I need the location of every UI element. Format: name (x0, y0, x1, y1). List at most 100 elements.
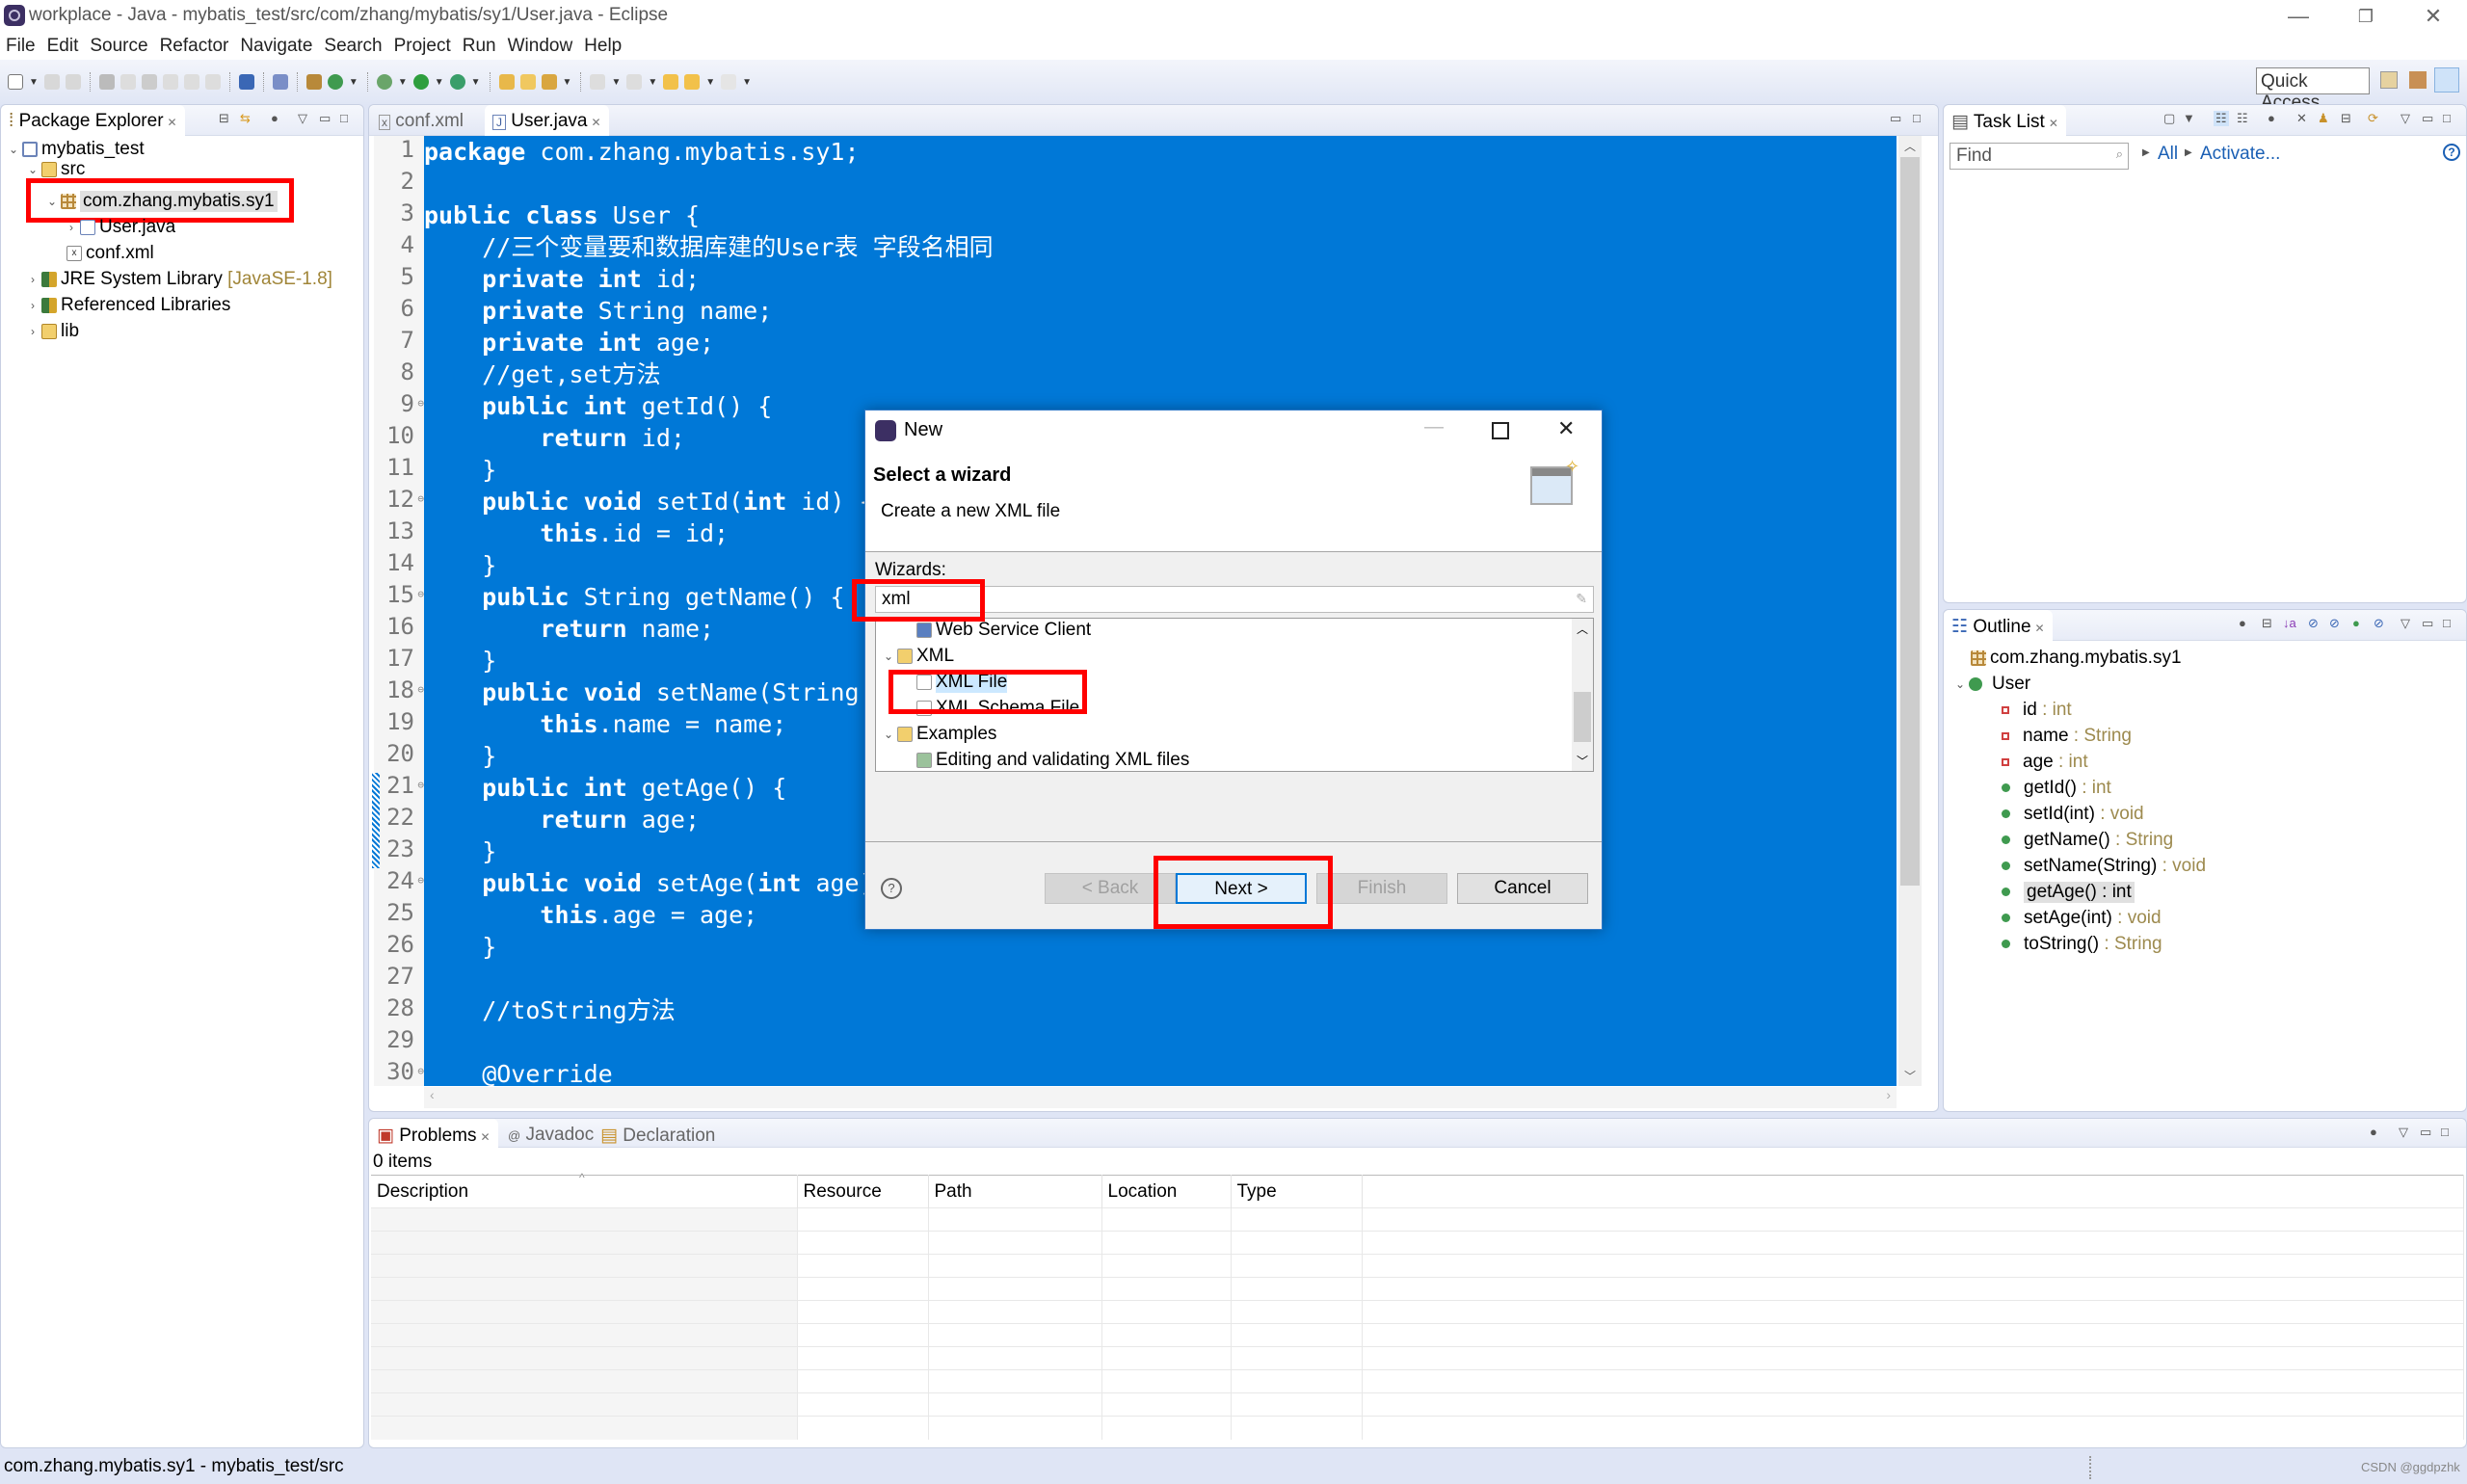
word-wrap-icon[interactable] (183, 74, 199, 90)
previous-annotation-icon[interactable] (626, 74, 643, 90)
jee-perspective-icon[interactable] (2409, 71, 2427, 89)
search-dropdown-icon[interactable]: ▼ (563, 77, 572, 88)
save-all-icon[interactable] (65, 74, 81, 90)
menu-navigate[interactable]: Navigate (240, 36, 312, 57)
menu-run[interactable]: Run (463, 36, 496, 57)
next-annotation-dropdown-icon[interactable]: ▼ (611, 77, 621, 88)
open-folder-icon[interactable] (519, 74, 536, 90)
code-line[interactable]: this.age = age; (424, 899, 757, 931)
dialog-close-button[interactable]: ✕ (1557, 416, 1575, 441)
outline-item[interactable]: age : int (2002, 749, 2088, 775)
block-selection-icon[interactable] (162, 74, 178, 90)
toggle-icon[interactable] (141, 74, 157, 90)
scrollbar-thumb[interactable] (1574, 692, 1591, 742)
code-line[interactable]: return age; (424, 804, 700, 835)
close-tab-icon[interactable]: ✕ (591, 116, 600, 129)
tree-item-conf-xml[interactable]: x conf.xml (65, 240, 154, 266)
back-dropdown-icon[interactable]: ▼ (705, 77, 715, 88)
code-line[interactable]: } (424, 740, 496, 772)
dialog-minimize-button[interactable]: — (1424, 416, 1444, 438)
scrollbar-thumb[interactable] (1900, 157, 1920, 886)
outline-item[interactable]: com.zhang.mybatis.sy1 (1969, 645, 2182, 671)
scheduled-icon[interactable]: ☷ (2237, 111, 2248, 126)
scroll-right-icon[interactable]: › (1886, 1087, 1891, 1102)
open-perspective-icon[interactable] (2380, 71, 2398, 89)
pen-icon[interactable] (119, 74, 136, 90)
next-button[interactable]: Next > (1176, 873, 1307, 904)
tab-conf-xml[interactable]: x conf.xml (371, 105, 471, 136)
close-tab-icon[interactable]: ✕ (480, 1130, 490, 1144)
view-menu-icon[interactable]: ▽ (2399, 1125, 2408, 1140)
wizard-filter-input[interactable]: xml ✎ (875, 586, 1594, 613)
all-link[interactable]: All (2158, 144, 2178, 165)
new-class-icon[interactable] (327, 74, 343, 90)
search-pen-icon[interactable] (541, 74, 557, 90)
column-location[interactable]: Location (1101, 1175, 1232, 1208)
focus-icon[interactable]: ● (271, 111, 279, 125)
dialog-maximize-button[interactable] (1492, 422, 1509, 439)
focus-icon[interactable]: ● (2370, 1125, 2377, 1139)
scroll-up-icon[interactable]: ︿ (1904, 138, 1916, 154)
chevron-down-icon[interactable]: ⌄ (882, 649, 895, 663)
tree-item-jre-library[interactable]: › JRE System Library [JavaSE-1.8] (26, 266, 332, 292)
outline-item[interactable]: getId() : int (2002, 775, 2111, 801)
menu-project[interactable]: Project (394, 36, 451, 57)
skip-breakpoints-icon[interactable] (272, 74, 288, 90)
tree-item-user-java[interactable]: › User.java (65, 219, 175, 236)
code-line[interactable]: public int getAge() { (424, 772, 786, 804)
outline-item[interactable]: setName(String) : void (2002, 853, 2206, 879)
code-line[interactable]: package com.zhang.mybatis.sy1; (424, 136, 860, 168)
editor-horizontal-scrollbar[interactable]: ‹ › (424, 1087, 1897, 1108)
wizard-item[interactable]: ⌄ XML (882, 643, 954, 669)
console-icon[interactable] (238, 74, 254, 90)
chevron-down-icon[interactable]: ⌄ (882, 728, 895, 741)
quick-access-input[interactable]: Quick Access (2256, 67, 2370, 113)
wizard-item[interactable]: XML File (915, 669, 1008, 695)
scroll-left-icon[interactable]: ‹ (430, 1087, 435, 1102)
outline-item[interactable]: setAge(int) : void (2002, 905, 2162, 931)
external-tools-dropdown-icon[interactable]: ▼ (471, 77, 481, 88)
collapse-all-icon[interactable]: ⊟ (219, 111, 229, 126)
previous-annotation-dropdown-icon[interactable]: ▼ (648, 77, 657, 88)
cancel-button[interactable]: Cancel (1457, 873, 1588, 904)
scroll-down-icon[interactable]: ﹀ (1904, 1068, 1916, 1084)
collapse-all-icon[interactable]: ⊟ (2262, 616, 2272, 631)
minimize-editor-icon[interactable]: ▭ (1890, 111, 1901, 126)
chevron-right-icon[interactable]: › (26, 299, 40, 312)
maximize-view-icon[interactable]: □ (340, 111, 348, 125)
focus-workweek-icon[interactable]: ● (2268, 111, 2275, 125)
code-line[interactable]: this.id = id; (424, 517, 729, 549)
code-line[interactable]: } (424, 645, 496, 676)
hide-nonpublic-icon[interactable]: ● (2352, 616, 2360, 630)
maximize-view-icon[interactable]: □ (2441, 1125, 2449, 1139)
tab-javadoc[interactable]: @ Javadoc (500, 1119, 601, 1148)
maximize-editor-icon[interactable]: □ (1913, 111, 1921, 125)
new-class-dropdown-icon[interactable]: ▼ (349, 77, 358, 88)
tab-problems[interactable]: ▣ Problems ✕ (369, 1119, 498, 1148)
code-line[interactable]: public void setId(int id) { (424, 486, 873, 517)
code-line[interactable]: private String name; (424, 295, 772, 327)
view-menu-icon[interactable]: ▽ (2401, 616, 2410, 631)
tree-item-src[interactable]: ⌄ src (26, 161, 85, 178)
chevron-down-icon[interactable]: ⌄ (26, 163, 40, 176)
java-perspective-icon[interactable] (2434, 67, 2459, 93)
outline-item[interactable]: id : int (2002, 697, 2072, 723)
forward-icon[interactable] (721, 74, 737, 90)
menu-file[interactable]: File (6, 36, 36, 57)
debug-dropdown-icon[interactable]: ▼ (398, 77, 408, 88)
outline-item[interactable]: toString() : String (2002, 931, 2162, 957)
code-line[interactable]: } (424, 835, 496, 867)
code-line[interactable]: return id; (424, 422, 685, 454)
close-button[interactable]: ✕ (2400, 0, 2467, 33)
fold-toggle-icon[interactable]: ⊖ (417, 1065, 424, 1077)
chevron-right-icon[interactable]: › (65, 221, 78, 234)
minimize-view-icon[interactable]: ▭ (2422, 616, 2433, 631)
chevron-down-icon[interactable]: ⌄ (1953, 677, 1967, 691)
tab-task-list[interactable]: ▤ Task List ✕ (1944, 105, 2066, 136)
menu-source[interactable]: Source (90, 36, 147, 57)
whitespace-icon[interactable] (204, 74, 221, 90)
fold-toggle-icon[interactable]: ⊖ (417, 779, 424, 791)
new-task-icon[interactable]: ▢ (2163, 111, 2175, 126)
clear-filter-icon[interactable]: ✎ (1576, 591, 1587, 607)
activate-link[interactable]: Activate... (2200, 144, 2280, 165)
